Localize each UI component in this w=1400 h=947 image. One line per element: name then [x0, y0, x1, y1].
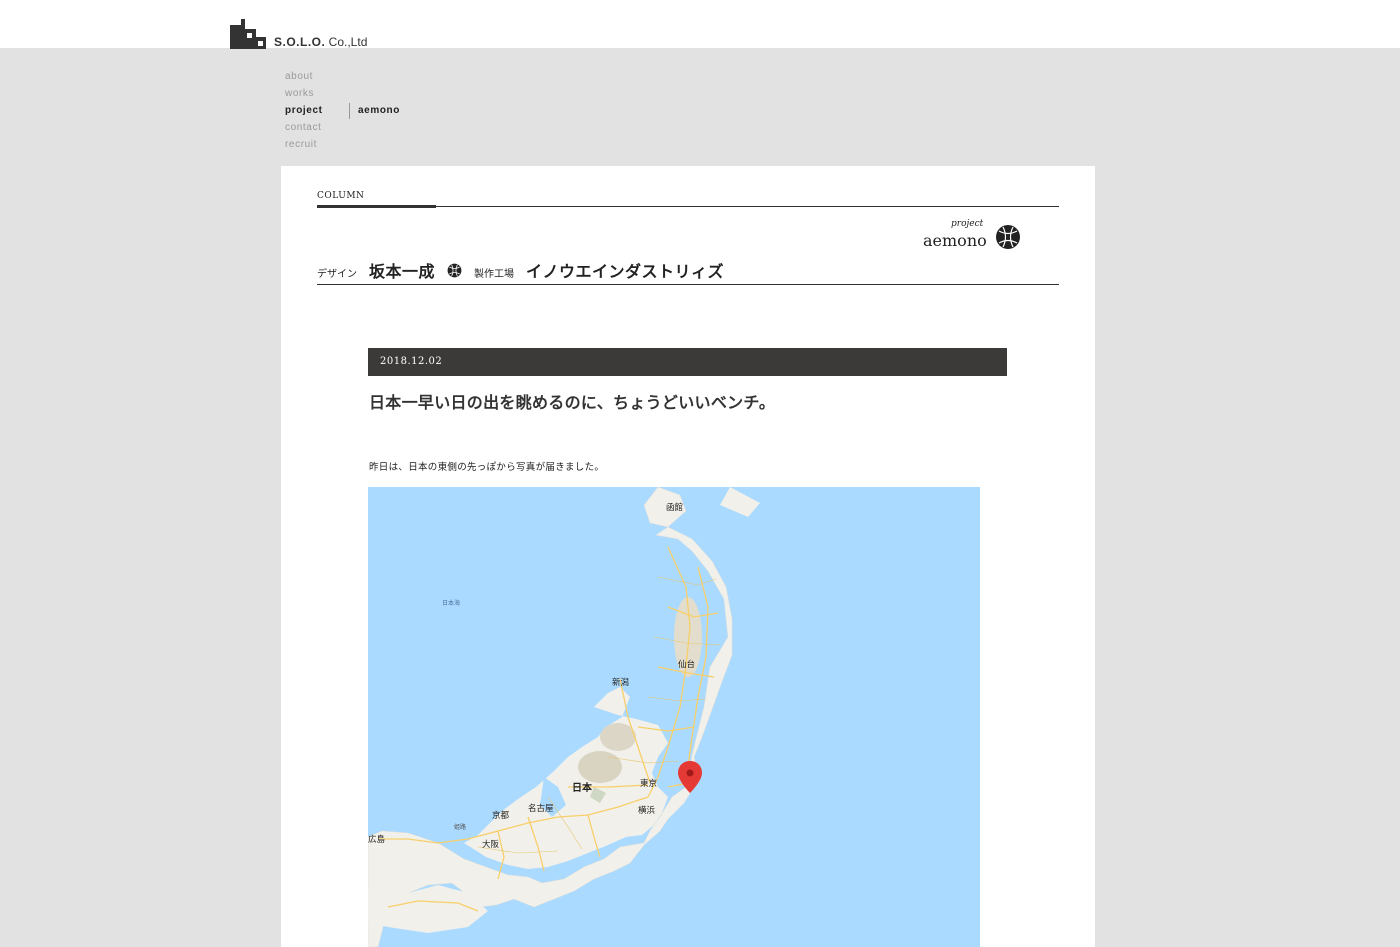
subnav-item-aemono[interactable]: aemono: [349, 103, 400, 119]
japan-map-image[interactable]: 函館 日本海 仙台 新潟 日本 東京 横浜 名古屋 京都 大阪 広島 姫路: [368, 487, 980, 947]
map-label-sea-of-japan: 日本海: [442, 600, 461, 607]
post-title: 日本一早い日の出を眺めるのに、ちょうどいいベンチ。: [369, 393, 776, 412]
top-header-bar: [0, 0, 1400, 48]
solo-building-icon: [230, 19, 266, 49]
content-panel: COLUMN project aemono デザイン 坂本一成 製作工場 イノウ…: [281, 166, 1095, 947]
map-label-osaka: 大阪: [482, 840, 500, 850]
column-label: COLUMN: [317, 191, 365, 201]
main-nav: about works project contact recruit: [285, 70, 323, 155]
design-label: デザイン: [317, 269, 357, 280]
map-label-himeji: 姫路: [454, 824, 467, 831]
map-graphic: [368, 487, 760, 947]
nav-item-works[interactable]: works: [285, 87, 323, 104]
map-label-japan: 日本: [572, 783, 592, 794]
solo-logo[interactable]: S.O.L.O. Co.,Ltd: [230, 19, 367, 49]
credit-divider: [317, 284, 1059, 285]
map-label-yokohama: 横浜: [638, 806, 656, 816]
map-label-nagoya: 名古屋: [528, 804, 554, 814]
aemono-ball-icon-small: [447, 263, 462, 277]
map-label-kyoto: 京都: [492, 811, 510, 821]
map-label-tokyo: 東京: [640, 779, 658, 789]
brand-project-label: project: [951, 219, 984, 229]
aemono-ball-icon: [996, 225, 1020, 249]
factory-name: イノウエインダストリィズ: [526, 262, 725, 281]
map-label-hakodate: 函館: [666, 503, 684, 513]
aemono-brand-logo[interactable]: project aemono: [921, 219, 1025, 250]
nav-item-project[interactable]: project: [285, 104, 323, 121]
post-date-bar: 2018.12.02: [368, 348, 1007, 376]
factory-label: 製作工場: [474, 269, 515, 280]
nav-item-recruit[interactable]: recruit: [285, 138, 323, 155]
post-date: 2018.12.02: [380, 356, 443, 367]
company-name: S.O.L.O. Co.,Ltd: [274, 35, 368, 49]
map-label-hiroshima: 広島: [368, 835, 386, 845]
nav-item-contact[interactable]: contact: [285, 121, 323, 138]
location-marker-icon[interactable]: [678, 761, 702, 793]
column-divider-accent: [317, 205, 436, 208]
post-body-text: 昨日は、日本の東側の先っぽから写真が届きました。: [369, 462, 605, 473]
map-label-niigata: 新潟: [612, 678, 630, 688]
nav-item-about[interactable]: about: [285, 70, 323, 87]
map-label-sendai: 仙台: [678, 660, 696, 670]
credit-line: デザイン 坂本一成 製作工場 イノウエインダストリィズ: [317, 258, 724, 282]
brand-name: aemono: [923, 231, 987, 250]
designer-name: 坂本一成: [369, 262, 436, 281]
